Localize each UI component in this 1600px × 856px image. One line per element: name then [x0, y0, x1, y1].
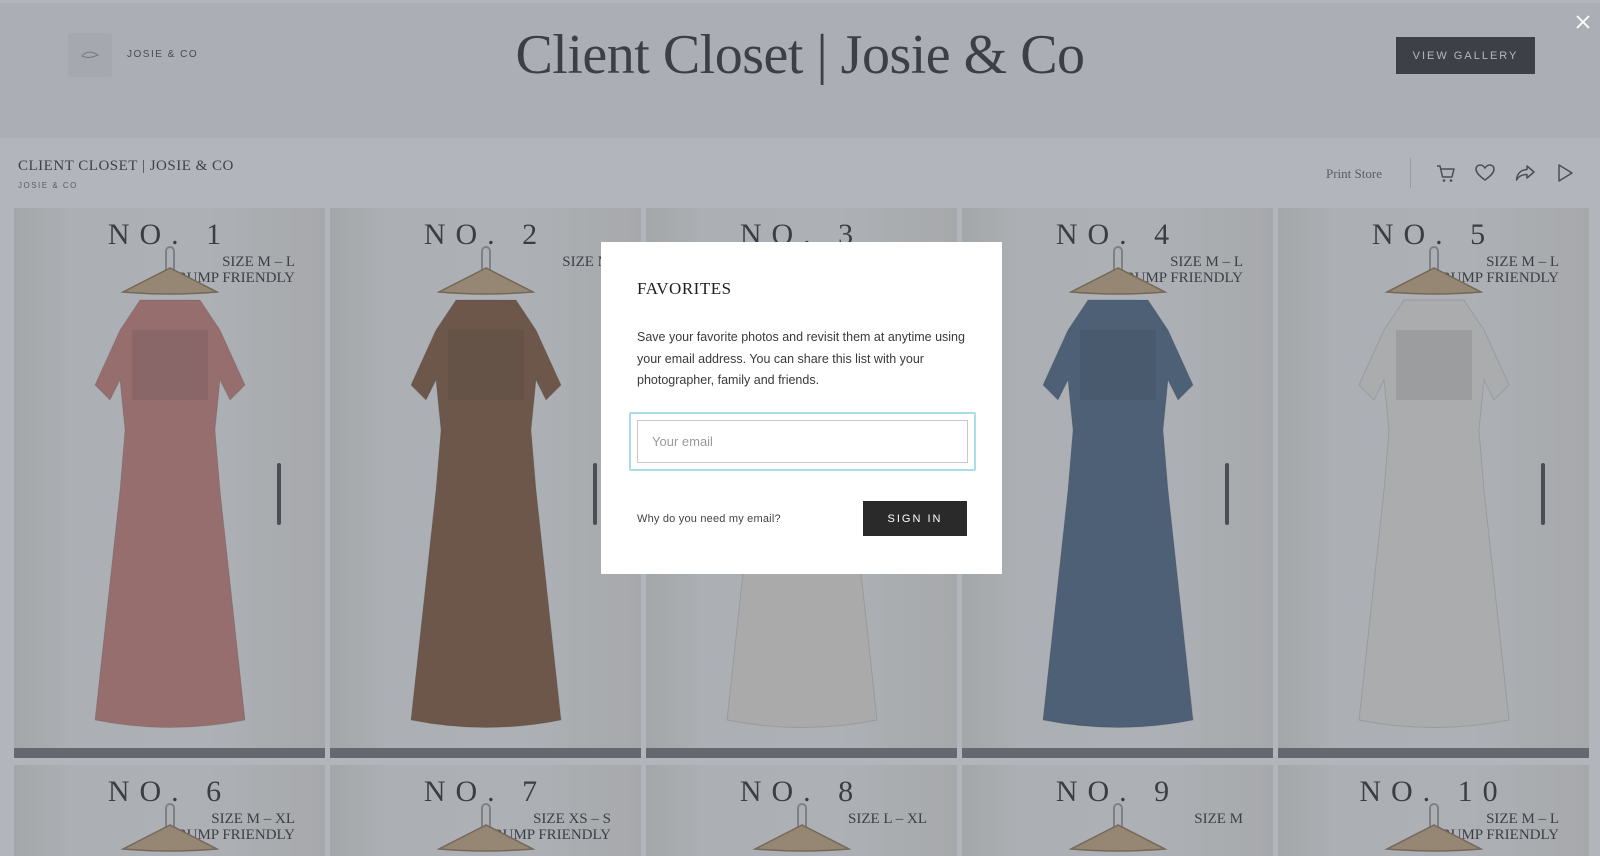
modal-backdrop[interactable]: FAVORITES Save your favorite photos and …	[0, 0, 1600, 856]
favorites-dialog: FAVORITES Save your favorite photos and …	[601, 242, 1002, 574]
email-focus-ring	[629, 412, 976, 471]
close-icon[interactable]	[1573, 12, 1593, 32]
dialog-title: FAVORITES	[637, 279, 732, 298]
sign-in-button[interactable]: SIGN IN	[863, 501, 967, 536]
dialog-description: Save your favorite photos and revisit th…	[637, 330, 965, 387]
why-email-link[interactable]: Why do you need my email?	[637, 513, 781, 525]
email-input[interactable]	[637, 420, 968, 463]
